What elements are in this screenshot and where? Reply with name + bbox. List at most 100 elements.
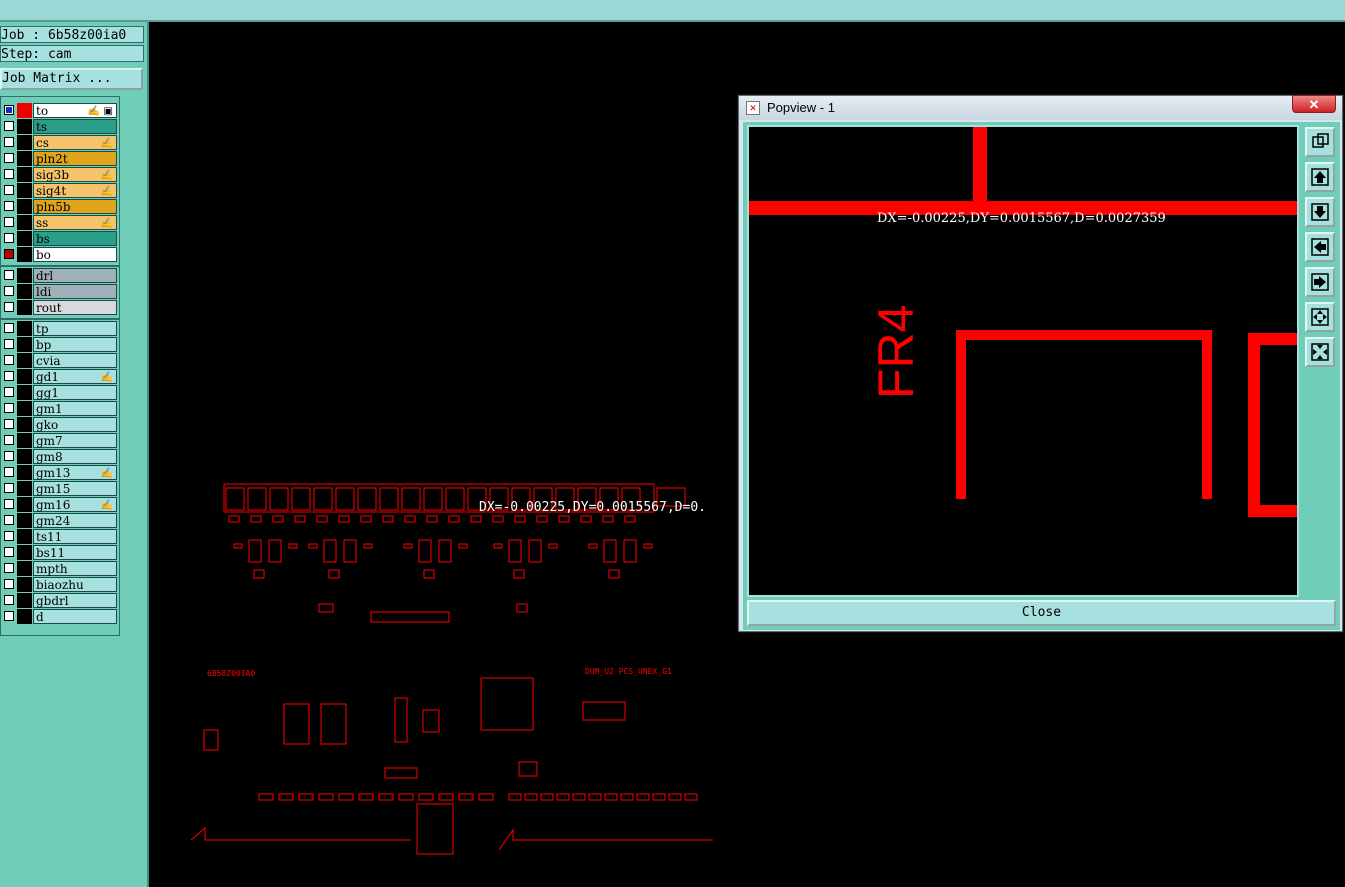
layer-checkbox[interactable] xyxy=(4,217,14,227)
layer-row-sig3b[interactable]: sig3b ✍ xyxy=(1,167,119,182)
layer-row-pln2t[interactable]: pln2t xyxy=(1,151,119,166)
layer-checkbox[interactable] xyxy=(4,105,14,115)
layer-row-ldi[interactable]: ldi xyxy=(1,284,119,299)
layer-name[interactable]: pln2t xyxy=(33,151,117,166)
layer-row-bp[interactable]: bp xyxy=(1,337,119,352)
layer-row-cvia[interactable]: cvia xyxy=(1,353,119,368)
window-close-button[interactable]: ✕ xyxy=(1292,95,1336,113)
zoom-in-icon[interactable] xyxy=(1305,302,1335,332)
layer-name[interactable]: d xyxy=(33,609,117,624)
layer-row-ss[interactable]: ss ✍ xyxy=(1,215,119,230)
layer-name[interactable]: gbdrl xyxy=(33,593,117,608)
layer-name[interactable]: rout xyxy=(33,300,117,315)
layer-checkbox[interactable] xyxy=(4,302,14,312)
layer-checkbox[interactable] xyxy=(4,249,14,259)
layer-name[interactable]: gm1 xyxy=(33,401,117,416)
layer-checkbox[interactable] xyxy=(4,563,14,573)
layer-checkbox[interactable] xyxy=(4,611,14,621)
layer-name[interactable]: bo xyxy=(33,247,117,262)
layer-checkbox[interactable] xyxy=(4,547,14,557)
layer-name[interactable]: gd1 ✍ xyxy=(33,369,117,384)
layer-row-gm15[interactable]: gm15 xyxy=(1,481,119,496)
layer-name[interactable]: gm24 xyxy=(33,513,117,528)
layer-name[interactable]: ss ✍ xyxy=(33,215,117,230)
layer-row-pln5b[interactable]: pln5b xyxy=(1,199,119,214)
layer-checkbox[interactable] xyxy=(4,451,14,461)
layer-row-ts[interactable]: ts xyxy=(1,119,119,134)
layer-checkbox[interactable] xyxy=(4,323,14,333)
layer-row-gko[interactable]: gko xyxy=(1,417,119,432)
layer-checkbox[interactable] xyxy=(4,201,14,211)
layer-row-mpth[interactable]: mpth xyxy=(1,561,119,576)
board-canvas[interactable]: 6B58Z00IA0 DUM_U2 PCS_UNEX_G1 xyxy=(149,22,749,862)
layer-name[interactable]: mpth xyxy=(33,561,117,576)
layer-checkbox[interactable] xyxy=(4,270,14,280)
zoom-out-icon[interactable] xyxy=(1305,337,1335,367)
layer-row-gm13[interactable]: gm13 ✍ xyxy=(1,465,119,480)
layer-row-to[interactable]: to ✍ ▣ xyxy=(1,103,119,118)
layer-row-biaozhu[interactable]: biaozhu xyxy=(1,577,119,592)
layer-checkbox[interactable] xyxy=(4,499,14,509)
layer-checkbox[interactable] xyxy=(4,435,14,445)
job-matrix-button[interactable]: Job Matrix ... xyxy=(0,68,143,90)
layer-name[interactable]: gko xyxy=(33,417,117,432)
layer-checkbox[interactable] xyxy=(4,339,14,349)
zoom-up-icon[interactable] xyxy=(1305,162,1335,192)
layer-name[interactable]: ldi xyxy=(33,284,117,299)
layer-name[interactable]: ts xyxy=(33,119,117,134)
layer-checkbox[interactable] xyxy=(4,419,14,429)
layer-checkbox[interactable] xyxy=(4,121,14,131)
layer-name[interactable]: biaozhu xyxy=(33,577,117,592)
layer-checkbox[interactable] xyxy=(4,387,14,397)
zoom-fit-icon[interactable] xyxy=(1305,127,1335,157)
layer-checkbox[interactable] xyxy=(4,531,14,541)
layer-checkbox[interactable] xyxy=(4,185,14,195)
layer-checkbox[interactable] xyxy=(4,483,14,493)
layer-checkbox[interactable] xyxy=(4,153,14,163)
popview-canvas[interactable]: FR4 DX=-0.00225,DY=0.0015567,D=0.0027359 xyxy=(747,125,1299,597)
layer-row-bo[interactable]: bo xyxy=(1,247,119,262)
layer-checkbox[interactable] xyxy=(4,595,14,605)
layer-row-gg1[interactable]: gg1 xyxy=(1,385,119,400)
layer-name[interactable]: ts11 xyxy=(33,529,117,544)
layer-name[interactable]: gm7 xyxy=(33,433,117,448)
layer-row-gbdrl[interactable]: gbdrl xyxy=(1,593,119,608)
layer-name[interactable]: tp xyxy=(33,321,117,336)
layer-name[interactable]: gm8 xyxy=(33,449,117,464)
layer-row-cs[interactable]: cs ✍ xyxy=(1,135,119,150)
layer-name[interactable]: bs xyxy=(33,231,117,246)
layer-name[interactable]: drl xyxy=(33,268,117,283)
layer-row-tp[interactable]: tp xyxy=(1,321,119,336)
layer-row-gm1[interactable]: gm1 xyxy=(1,401,119,416)
layer-checkbox[interactable] xyxy=(4,355,14,365)
layer-row-bs[interactable]: bs xyxy=(1,231,119,246)
layer-row-d[interactable]: d xyxy=(1,609,119,624)
layer-checkbox[interactable] xyxy=(4,515,14,525)
layer-row-gm16[interactable]: gm16 ✍ xyxy=(1,497,119,512)
layer-name[interactable]: sig3b ✍ xyxy=(33,167,117,182)
layer-name[interactable]: cs ✍ xyxy=(33,135,117,150)
layer-row-sig4t[interactable]: sig4t ✍ xyxy=(1,183,119,198)
pan-left-icon[interactable] xyxy=(1305,232,1335,262)
layer-name[interactable]: sig4t ✍ xyxy=(33,183,117,198)
layer-checkbox[interactable] xyxy=(4,579,14,589)
layer-name[interactable]: gm15 xyxy=(33,481,117,496)
layer-row-gm24[interactable]: gm24 xyxy=(1,513,119,528)
layer-checkbox[interactable] xyxy=(4,233,14,243)
layer-checkbox[interactable] xyxy=(4,137,14,147)
layer-row-bs11[interactable]: bs11 xyxy=(1,545,119,560)
layer-checkbox[interactable] xyxy=(4,371,14,381)
layer-checkbox[interactable] xyxy=(4,286,14,296)
layer-row-drl[interactable]: drl xyxy=(1,268,119,283)
layer-name[interactable]: to ✍ ▣ xyxy=(33,103,117,118)
layer-row-gm8[interactable]: gm8 xyxy=(1,449,119,464)
layer-name[interactable]: bp xyxy=(33,337,117,352)
popview-titlebar[interactable]: ✕ Popview - 1 ✕ xyxy=(739,95,1342,120)
layer-name[interactable]: bs11 xyxy=(33,545,117,560)
layer-checkbox[interactable] xyxy=(4,467,14,477)
layer-row-ts11[interactable]: ts11 xyxy=(1,529,119,544)
zoom-down-icon[interactable] xyxy=(1305,197,1335,227)
layer-name[interactable]: cvia xyxy=(33,353,117,368)
layer-name[interactable]: gm16 ✍ xyxy=(33,497,117,512)
layer-name[interactable]: gg1 xyxy=(33,385,117,400)
